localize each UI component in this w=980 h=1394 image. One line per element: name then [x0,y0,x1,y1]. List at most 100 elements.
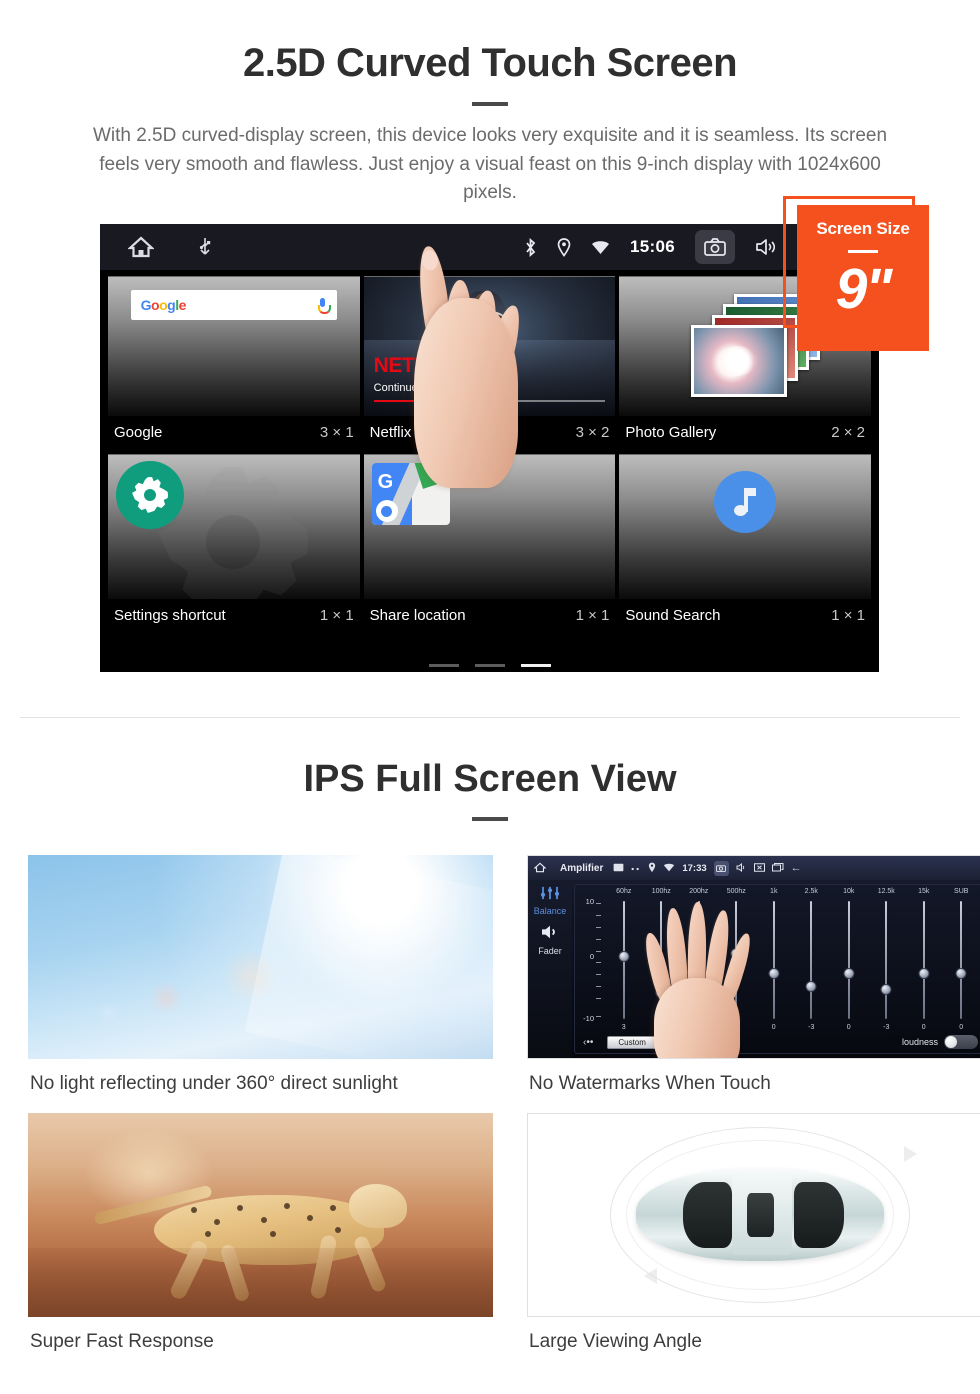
google-search-bar[interactable]: Google [130,290,338,320]
amplifier-clock: 17:33 [682,862,707,874]
widget-size: 1 × 1 [575,607,610,624]
feature-card-sunlight: No light reflecting under 360° direct su… [28,855,493,1095]
band-label: 2.5k [804,888,818,895]
netflix-subtitle: Continue Marvel's Daredevil [373,382,511,394]
scale-label: 0 [589,951,594,961]
section-description: With 2.5D curved-display screen, this de… [92,125,888,203]
title-underline [472,102,508,106]
microphone-icon[interactable] [318,298,332,314]
recent-apps-icon[interactable] [771,862,784,874]
page-dot[interactable] [428,664,459,667]
amplifier-equalizer-screenshot: Amplifier 17:33 ← Balance Fader 60hz 100… [527,855,980,1059]
preset-prev-icon[interactable]: ‹•• [583,1037,593,1048]
widget-size: 3 × 2 [575,424,610,441]
screen-size-badge: Screen Size 9" [797,205,929,351]
widget-preview-sound-search [619,454,872,599]
camera-icon[interactable] [695,230,735,264]
fader-icon[interactable] [528,924,572,945]
widget-name: Photo Gallery [625,424,717,441]
device-status-bar: 15:06 [100,224,879,270]
feature-card-viewing-angle: Large Viewing Angle [527,1113,980,1353]
scale-label: 10 [585,897,594,906]
balance-icon[interactable] [539,886,561,904]
car-top-view-illustration [527,1113,980,1317]
google-maps-icon: G [371,463,450,525]
band-label: 200hz [689,888,709,895]
location-pin-icon[interactable] [557,237,571,257]
usb-icon [198,237,212,257]
running-cheetah-photo [28,1113,493,1317]
feature-caption: Super Fast Response [30,1331,214,1352]
eq-slider-2_5k[interactable] [793,901,831,1019]
band-label: 15k [918,888,930,895]
widget-preview-settings [108,454,360,599]
feature-card-grid: No light reflecting under 360° direct su… [0,821,980,1353]
widget-size: 3 × 1 [319,424,354,441]
amplifier-status-bar: Amplifier 17:33 ← [528,856,980,880]
widget-card-netflix[interactable]: NETFLIX Continue Marvel's Daredevil Netf… [363,276,616,451]
eq-slider-60hz[interactable] [605,901,643,1019]
back-icon[interactable]: ← [791,862,802,874]
eq-value: 0 [921,1024,926,1031]
widget-card-share-location[interactable]: G Share location 1 × 1 [363,454,616,634]
eq-value: 3 [621,1024,626,1031]
amplifier-title: Amplifier [560,862,604,874]
wifi-icon[interactable] [591,240,610,255]
eq-slider-1k[interactable] [755,901,793,1019]
eq-value: 0 [846,1024,851,1031]
camera-icon[interactable] [713,860,729,876]
volume-icon[interactable] [736,862,747,874]
widget-size: 1 × 1 [319,607,354,624]
widget-grid: Google Google 3 × 1 NETFLIX Continue Mar… [100,270,879,672]
feature-card-no-watermarks: Amplifier 17:33 ← Balance Fader 60hz 100… [527,855,980,1095]
feature-caption: Large Viewing Angle [529,1331,702,1352]
widget-name: Sound Search [625,607,721,624]
wifi-icon[interactable] [663,863,675,874]
page-indicator[interactable] [100,664,879,667]
feature-caption: No Watermarks When Touch [529,1073,771,1094]
band-label: 12.5k [877,888,895,895]
fader-label[interactable]: Fader [528,946,572,956]
volume-icon[interactable] [755,238,777,256]
eq-value: 0 [771,1024,776,1031]
google-logo: Google [140,297,187,313]
band-label: SUB [954,888,969,895]
eq-slider-15k[interactable] [905,901,943,1019]
play-icon[interactable] [465,311,514,360]
page-dot-active[interactable] [520,664,551,667]
image-icon[interactable] [613,863,624,874]
touching-hand-illustration [641,901,760,1058]
page-title: 2.5D Curved Touch Screen [242,41,738,85]
close-box-icon[interactable] [753,862,765,874]
home-icon[interactable] [533,862,547,875]
band-label: 60hz [616,888,632,895]
loudness-toggle[interactable] [944,1035,978,1049]
gear-icon [116,461,184,529]
dots-icon[interactable] [631,863,641,873]
music-note-icon [714,471,777,533]
eq-slider-10k[interactable] [830,901,868,1019]
location-pin-icon[interactable] [648,862,656,875]
curved-touch-screen-section: 2.5D Curved Touch Screen With 2.5D curve… [0,0,980,718]
feature-card-fast-response: Super Fast Response [28,1113,493,1353]
eq-slider-12_5k[interactable] [868,901,906,1019]
eq-slider-sub[interactable] [943,901,980,1019]
balance-label[interactable]: Balance [528,906,572,916]
widget-card-sound-search[interactable]: Sound Search 1 × 1 [619,454,872,634]
widget-size: 2 × 2 [831,424,866,441]
widget-preview-google: Google [108,276,360,416]
widget-card-google[interactable]: Google Google 3 × 1 [108,276,360,451]
ips-full-screen-section: IPS Full Screen View No light reflecting… [0,718,980,1353]
widget-name: Settings shortcut [114,607,226,624]
bluetooth-icon[interactable] [524,237,537,257]
device-clock: 15:06 [630,237,675,256]
widget-name: Google [114,424,163,441]
page-dot[interactable] [474,664,505,667]
band-label: 100hz [651,888,671,895]
eq-value: -3 [808,1024,815,1031]
equalizer-panel[interactable]: 60hz 100hz 200hz 500hz 1k 2.5k 10k 12.5k… [574,884,980,1054]
eq-value: -3 [883,1024,890,1031]
band-label: 1k [770,888,778,895]
widget-card-settings-shortcut[interactable]: Settings shortcut 1 × 1 [108,454,360,634]
home-icon[interactable] [128,236,154,258]
